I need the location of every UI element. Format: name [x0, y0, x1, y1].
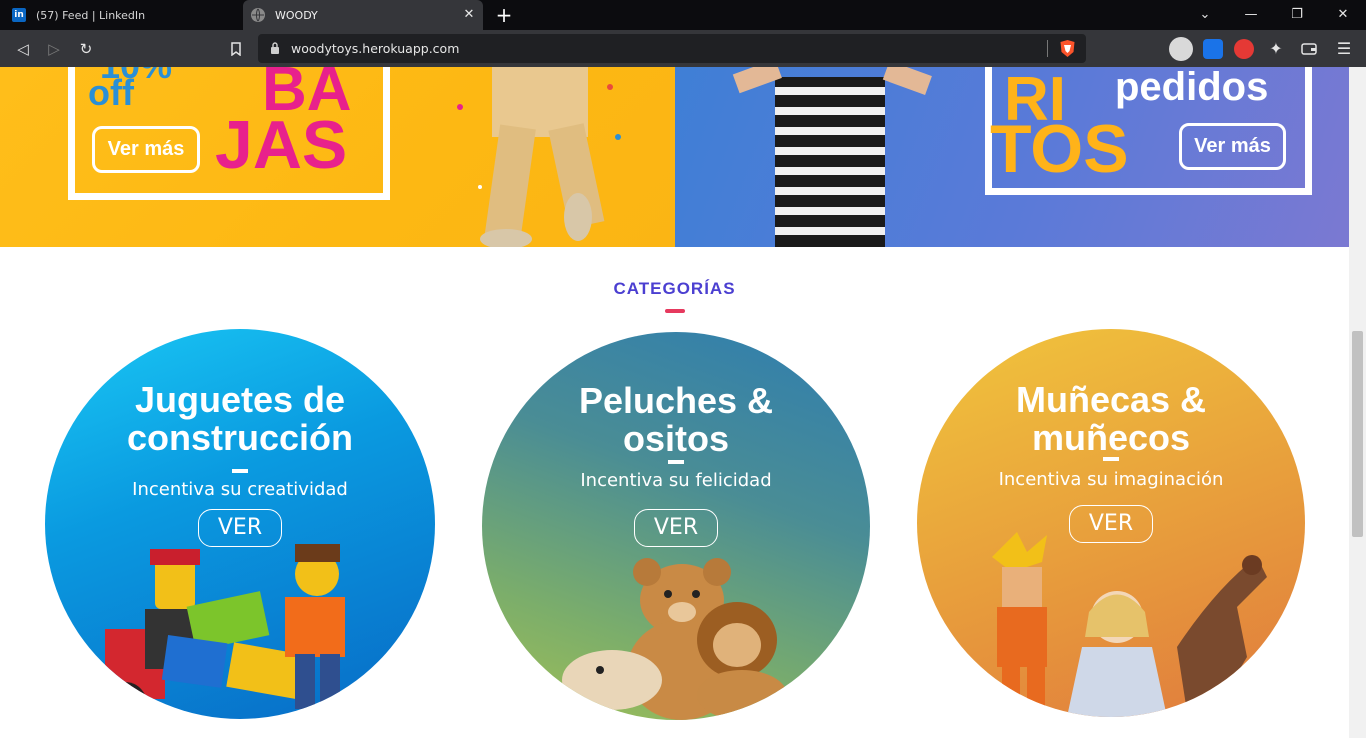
tab-woody[interactable]: WOODY ✕ [243, 0, 483, 30]
banner-off-text: off [88, 72, 134, 113]
divider [1047, 40, 1048, 57]
title-underline [665, 309, 685, 313]
ver-mas-button[interactable]: Ver más [1179, 123, 1286, 170]
tab-search-icon[interactable]: ⌄ [1182, 0, 1228, 30]
wallet-icon[interactable] [1298, 38, 1320, 60]
profile-avatar-icon[interactable] [1169, 37, 1193, 61]
category-title: Muñecas & muñecos [1015, 379, 1207, 458]
dolls-figures-image [992, 532, 1267, 717]
lego-toys-image [103, 544, 345, 719]
banner-orders-text: pedidos [1115, 67, 1269, 109]
banner-headline-2: JAS [215, 107, 348, 183]
tab-strip: in (57) Feed | LinkedIn WOODY ✕ + ⌄ — ❐ … [0, 0, 1366, 30]
category-divider [1103, 457, 1119, 461]
close-tab-icon[interactable]: ✕ [461, 7, 477, 23]
adblock-extension-icon[interactable] [1234, 39, 1254, 59]
close-window-button[interactable]: ✕ [1320, 0, 1366, 30]
lock-icon [271, 42, 279, 54]
category-subtitle: Incentiva su felicidad [580, 470, 772, 491]
banner-headline-2: TOS [990, 111, 1129, 187]
ver-mas-button[interactable]: Ver más [92, 126, 200, 173]
category-subtitle: Incentiva su imaginación [998, 469, 1224, 490]
menu-icon[interactable]: ☰ [1333, 38, 1355, 60]
plush-toys-image [562, 558, 787, 720]
promo-banner-sale[interactable]: 10% off BA JAS Ver más [0, 67, 675, 247]
tab-title: (57) Feed | LinkedIn [36, 8, 146, 22]
reload-icon[interactable]: ↻ [75, 38, 97, 60]
tab-linkedin[interactable]: in (57) Feed | LinkedIn [0, 0, 242, 30]
page-scrollbar[interactable] [1349, 67, 1366, 738]
forward-icon[interactable]: ▷ [43, 38, 65, 60]
tab-title: WOODY [275, 8, 318, 22]
child-photo [457, 67, 621, 247]
category-card-construction[interactable]: Juguetes de construcción Incentiva su cr… [45, 329, 435, 719]
category-subtitle: Incentiva su creatividad [132, 479, 348, 500]
browser-toolbar: ◁ ▷ ↻ woodytoys.herokuapp.com ✦ ☰ [0, 30, 1366, 67]
category-title: Juguetes de construcción [126, 379, 354, 458]
child-photo [732, 67, 932, 247]
url-text: woodytoys.herokuapp.com [291, 41, 460, 56]
category-card-plush[interactable]: Peluches & ositos Incentiva su felicidad… [482, 332, 870, 720]
category-card-dolls[interactable]: Muñecas & muñecos Incentiva su imaginaci… [917, 329, 1305, 717]
new-tab-button[interactable]: + [492, 3, 516, 27]
extensions-puzzle-icon[interactable]: ✦ [1265, 38, 1287, 60]
promo-banner-favorites[interactable]: pedidos RI TOS Ver más [675, 67, 1349, 247]
linkedin-icon: in [12, 8, 26, 22]
bookmark-icon[interactable] [225, 38, 247, 60]
scrollbar-thumb[interactable] [1352, 331, 1363, 537]
category-title: Peluches & ositos [578, 380, 774, 459]
category-divider [668, 460, 684, 464]
minimize-button[interactable]: — [1228, 0, 1274, 30]
globe-icon [251, 8, 265, 22]
back-icon[interactable]: ◁ [12, 38, 34, 60]
address-bar[interactable]: woodytoys.herokuapp.com [258, 34, 1086, 63]
page-viewport: 10% off BA JAS Ver más [0, 67, 1349, 738]
section-title: CATEGORÍAS [613, 279, 736, 298]
translate-extension-icon[interactable] [1203, 39, 1223, 59]
restore-button[interactable]: ❐ [1274, 0, 1320, 30]
category-divider [232, 469, 248, 473]
brave-shield-icon[interactable] [1059, 39, 1076, 58]
